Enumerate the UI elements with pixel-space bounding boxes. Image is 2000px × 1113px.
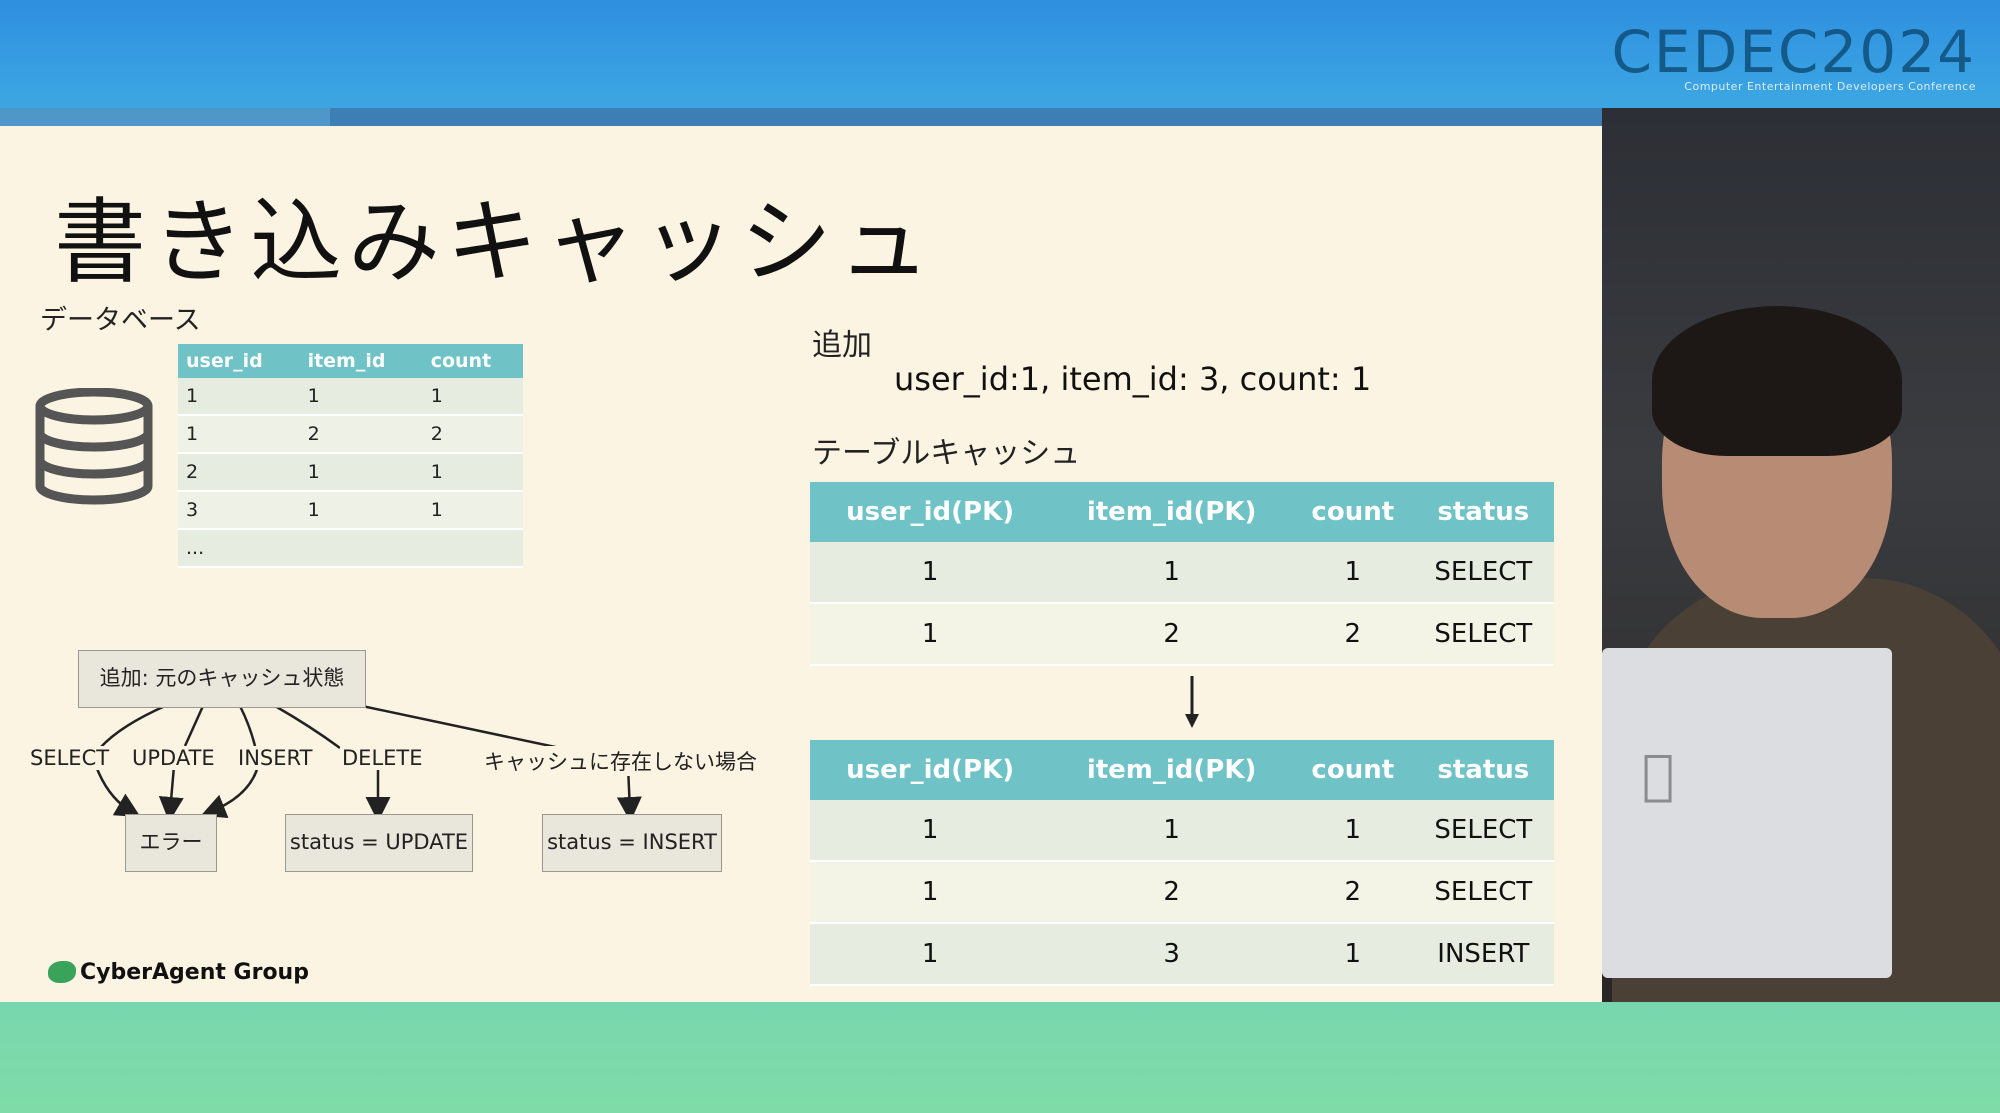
cache-after-cell: SELECT <box>1412 861 1554 924</box>
presentation-slide: 書き込みキャッシュ データベース user_id item_id count 111… <box>0 126 1602 1002</box>
logo-main: CEDEC <box>1611 18 1821 86</box>
table-cache-label: テーブルキャッシュ <box>812 436 1081 471</box>
cyberagent-logo: CyberAgent Group <box>48 960 309 985</box>
cache-after-row: 1 2 2 SELECT <box>810 861 1554 924</box>
speaker-hair <box>1652 306 1902 456</box>
cache-after-row: 1 3 1 INSERT <box>810 923 1554 986</box>
cache-before-cell: 2 <box>1292 603 1413 666</box>
cache-before-header-cell: count <box>1292 482 1413 542</box>
cache-before-cell: 1 <box>810 542 1051 604</box>
flow-edge-not-in-cache: キャッシュに存在しない場合 <box>482 746 759 776</box>
add-label: 追加 <box>812 328 872 363</box>
cache-before-row: 1 2 2 SELECT <box>810 603 1554 666</box>
apple-logo-icon:  <box>1642 743 1674 806</box>
cache-before-cell: SELECT <box>1412 603 1554 666</box>
cache-before-row: 1 1 1 SELECT <box>810 542 1554 604</box>
down-arrow-icon <box>1185 676 1199 728</box>
flow-result-insert: status = INSERT <box>542 814 722 872</box>
cache-after-cell: 2 <box>1050 861 1293 924</box>
cache-after-cell: 1 <box>1050 800 1293 862</box>
cache-after-cell: 1 <box>810 923 1051 986</box>
cache-after-header-cell: count <box>1292 740 1413 800</box>
laptop:  <box>1602 648 1892 978</box>
header-accent-bar <box>0 108 330 126</box>
cache-after-header-cell: user_id(PK) <box>810 740 1051 800</box>
cache-before-header-cell: user_id(PK) <box>810 482 1051 542</box>
cache-before-cell: 1 <box>1292 542 1413 604</box>
cache-before-cell: 1 <box>1050 542 1293 604</box>
flow-root-node: 追加: 元のキャッシュ状態 <box>78 650 366 708</box>
cyberagent-logo-text: CyberAgent Group <box>80 960 309 985</box>
flow-edge-insert: INSERT <box>236 746 315 770</box>
flow-result-error: エラー <box>125 814 217 872</box>
add-detail: user_id:1, item_id: 3, count: 1 <box>894 360 1372 398</box>
cache-before-cell: 2 <box>1050 603 1293 666</box>
flow-result-update: status = UPDATE <box>285 814 473 872</box>
cache-after-header-cell: item_id(PK) <box>1050 740 1293 800</box>
cedec-logo: CEDEC2024 Computer Entertainment Develop… <box>1611 18 1976 93</box>
header-accent-bar-dark <box>330 108 1602 126</box>
flow-edge-update: UPDATE <box>130 746 217 770</box>
cache-before-cell: 1 <box>810 603 1051 666</box>
cache-after-cell: INSERT <box>1412 923 1554 986</box>
flow-edge-select: SELECT <box>28 746 112 770</box>
flow-edge-delete: DELETE <box>340 746 425 770</box>
cache-table-after: user_id(PK) item_id(PK) count status 1 1 1 SEL… <box>810 740 1554 986</box>
cache-table-before: user_id(PK) item_id(PK) count status 1 1 1 SEL… <box>810 482 1554 666</box>
cache-after-cell: 1 <box>810 861 1051 924</box>
cache-before-cell: SELECT <box>1412 542 1554 604</box>
cache-after-cell: 1 <box>1292 923 1413 986</box>
cache-after-cell: SELECT <box>1412 800 1554 862</box>
cache-before-header-cell: item_id(PK) <box>1050 482 1293 542</box>
cache-after-row: 1 1 1 SELECT <box>810 800 1554 862</box>
cache-before-header-cell: status <box>1412 482 1554 542</box>
cache-after-cell: 2 <box>1292 861 1413 924</box>
logo-year: 2024 <box>1820 18 1976 86</box>
cache-after-header-cell: status <box>1412 740 1554 800</box>
cache-after-cell: 1 <box>1292 800 1413 862</box>
cache-after-cell: 1 <box>810 800 1051 862</box>
cache-after-cell: 3 <box>1050 923 1293 986</box>
speaker-video:  <box>1602 108 2000 1002</box>
cyberagent-mark-icon <box>48 961 76 983</box>
